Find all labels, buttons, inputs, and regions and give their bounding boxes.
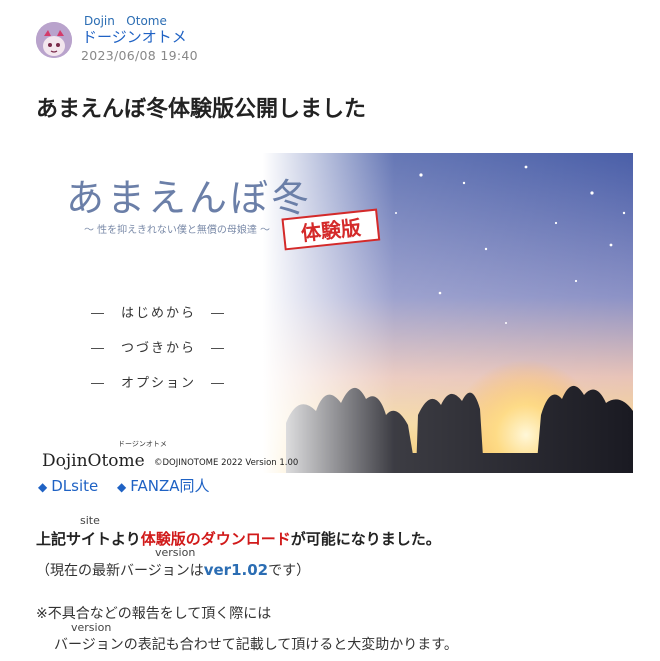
ruby-site: site (80, 514, 100, 527)
version-number: ver1.02 (203, 561, 269, 579)
banner-subtitle: 〜 性を抑えきれない僕と無償の母娘達 〜 (84, 223, 270, 236)
store-links: ◆ DLsite ◆ FANZA同人 (38, 475, 224, 496)
avatar-image (36, 22, 72, 58)
diamond-icon: ◆ (38, 480, 48, 494)
banner-menu-continue: ― つづきから ― (91, 341, 226, 356)
avatar[interactable] (36, 22, 72, 58)
banner-logo: DojinOtome (42, 451, 145, 471)
banner-game-title: あまえんぼ冬 (66, 176, 312, 220)
post-title: あまえんぼ冬体験版公開しました (36, 97, 367, 122)
announcement-text-a: 上記サイトより (36, 530, 141, 548)
banner-menu-start: ― はじめから ― (91, 306, 226, 321)
ruby-version-1: version (155, 546, 196, 559)
fanza-link[interactable]: FANZA同人 (130, 477, 209, 495)
announcement-text-b: が可能になりました。 (290, 530, 441, 548)
diamond-icon: ◆ (117, 480, 127, 494)
game-title-screen-image: あまえんぼ冬 〜 性を抑えきれない僕と無償の母娘達 〜 体験版 ― はじめから … (36, 153, 633, 473)
post-timestamp: 2023/06/08 19:40 (81, 48, 198, 63)
ruby-version-2: version (71, 621, 112, 634)
version-line: （現在の最新バージョンはver1.02です） (36, 560, 310, 580)
banner-logo-ruby: ドージンオトメ (118, 440, 167, 448)
dlsite-link[interactable]: DLsite (51, 477, 98, 495)
note-line: ※不具合などの報告をして頂く際には (36, 606, 272, 622)
note-line-2: バージョンの表記も合わせて記載して頂けると大変助かります。 (54, 637, 458, 653)
banner-menu-options: ― オプション ― (91, 376, 226, 391)
banner-copyright: ©DOJINOTOME 2022 Version 1.00 (154, 458, 298, 468)
version-text-a: （現在の最新バージョンは (36, 563, 204, 579)
author-name[interactable]: ドージンオトメ (82, 26, 187, 47)
version-text-b: です） (268, 563, 311, 579)
announcement-line: 上記サイトより体験版のダウンロードが可能になりました。 (36, 528, 441, 549)
